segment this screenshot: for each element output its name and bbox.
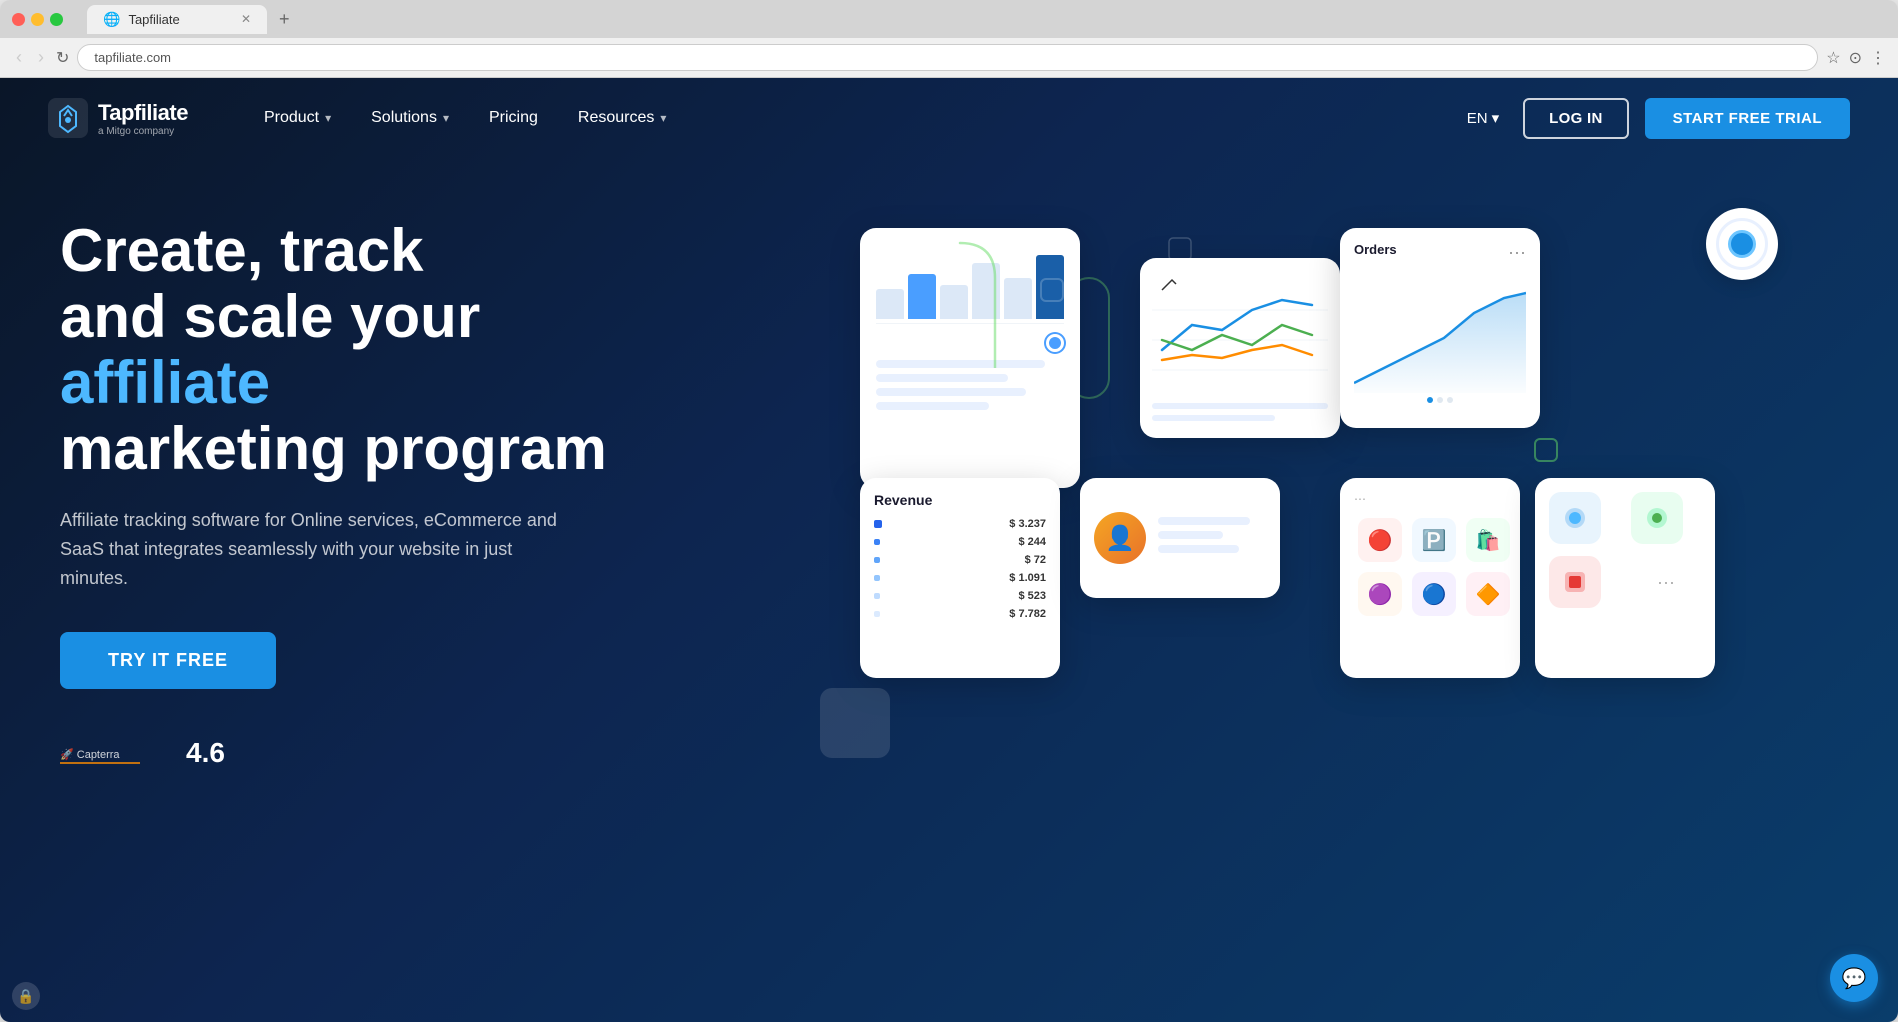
revenue-item-5: $ 523 [874, 590, 1046, 602]
tool-share-icon [1549, 492, 1601, 544]
hero-visual: Revenue $ 3.237 $ 244 $ 72 [660, 198, 1838, 878]
logo-icon [48, 98, 88, 138]
browser-titlebar: 🌐 Tapfiliate ✕ + [0, 0, 1898, 38]
logo-text: Tapfiliate a Mitgo company [98, 100, 188, 137]
close-window-button[interactable] [12, 13, 25, 26]
nav-pricing[interactable]: Pricing [473, 101, 554, 135]
integration-amazon-icon: 🔴 [1358, 518, 1402, 562]
integrations-card: ⋯ 🔴 🅿️ 🛍️ 🟣 🔵 🔶 [1340, 478, 1520, 678]
nav-solutions[interactable]: Solutions ▾ [355, 101, 465, 135]
integration-shopify-icon: 🛍️ [1466, 518, 1510, 562]
hero-title-highlight: affiliate [60, 349, 270, 416]
start-trial-button[interactable]: START FREE TRIAL [1645, 98, 1850, 139]
tab-bar: 🌐 Tapfiliate ✕ + [87, 5, 298, 34]
person-card: 👤 [1080, 478, 1280, 598]
hero-section: Create, track and scale your affiliate m… [0, 158, 1898, 878]
tools-icons: ··· [1549, 492, 1701, 608]
profile-button[interactable]: ⊙ [1849, 48, 1862, 68]
logo-sub: a Mitgo company [98, 126, 188, 137]
hero-subtitle: Affiliate tracking software for Online s… [60, 506, 580, 592]
solutions-chevron-icon: ▾ [443, 111, 449, 125]
back-button[interactable]: ‹ [12, 43, 26, 72]
logo-name: Tapfiliate [98, 100, 188, 126]
orders-title: Orders [1354, 242, 1397, 257]
language-selector[interactable]: EN ▾ [1459, 101, 1507, 135]
navbar: Tapfiliate a Mitgo company Product ▾ Sol… [0, 78, 1898, 158]
minimize-window-button[interactable] [31, 13, 44, 26]
nav-links: Product ▾ Solutions ▾ Pricing Resources … [248, 101, 1459, 135]
orders-chart [1354, 273, 1526, 393]
hero-content: Create, track and scale your affiliate m… [60, 198, 660, 878]
capterra-logo-icon: 🚀 Capterra [60, 738, 170, 768]
product-chevron-icon: ▾ [325, 111, 331, 125]
deco-square-1 [820, 688, 890, 758]
integration-magento-icon: 🔶 [1466, 572, 1510, 616]
integration-paypal-icon: 🅿️ [1412, 518, 1456, 562]
integration-woo-icon: 🟣 [1358, 572, 1402, 616]
tools-card: ··· [1535, 478, 1715, 678]
resources-chevron-icon: ▾ [660, 111, 666, 125]
arch-connector [955, 238, 1035, 368]
nav-right: EN ▾ LOG IN START FREE TRIAL [1459, 98, 1850, 139]
analytics-card [1140, 258, 1340, 438]
login-button[interactable]: LOG IN [1523, 98, 1628, 139]
url-text: tapfiliate.com [94, 50, 171, 65]
privacy-icon[interactable]: 🔒 [12, 982, 40, 1010]
deco-square-3 [1040, 278, 1064, 302]
tool-more-icon: ··· [1631, 556, 1701, 608]
chat-bubble-button[interactable]: 💬 [1830, 954, 1878, 1002]
analytics-chart [1152, 270, 1328, 390]
browser-toolbar: ‹ › ↻ tapfiliate.com ☆ ⊙ ⋮ [0, 38, 1898, 78]
nav-product[interactable]: Product ▾ [248, 101, 347, 135]
traffic-lights [12, 13, 63, 26]
orders-card: Orders ⋯ [1340, 228, 1540, 428]
fullscreen-window-button[interactable] [50, 13, 63, 26]
refresh-button[interactable]: ↻ [56, 48, 69, 68]
capterra-rating: 4.6 [186, 737, 225, 769]
page-content: Tapfiliate a Mitgo company Product ▾ Sol… [0, 78, 1898, 1022]
tool-refresh-icon [1631, 492, 1683, 544]
revenue-title: Revenue [874, 492, 1046, 508]
deco-square-2 [1534, 438, 1558, 462]
analytics-lines [1152, 403, 1328, 421]
svg-text:🚀 Capterra: 🚀 Capterra [60, 748, 120, 761]
revenue-item-2: $ 244 [874, 536, 1046, 548]
revenue-item-6: $ 7.782 [874, 608, 1046, 620]
hero-title: Create, track and scale your affiliate m… [60, 218, 660, 482]
active-tab[interactable]: 🌐 Tapfiliate ✕ [87, 5, 267, 34]
tab-favicon-icon: 🌐 [103, 11, 120, 28]
tab-title: Tapfiliate [128, 12, 179, 27]
tool-box-icon [1549, 556, 1601, 608]
revenue-card: Revenue $ 3.237 $ 244 $ 72 [860, 478, 1060, 678]
forward-button[interactable]: › [34, 43, 48, 72]
nav-resources[interactable]: Resources ▾ [562, 101, 683, 135]
try-free-button[interactable]: TRY IT FREE [60, 632, 276, 689]
address-bar[interactable]: tapfiliate.com [77, 44, 1818, 71]
lang-chevron-icon: ▾ [1492, 109, 1500, 127]
person-lines [1158, 517, 1266, 559]
new-tab-button[interactable]: + [271, 5, 298, 34]
logo[interactable]: Tapfiliate a Mitgo company [48, 98, 188, 138]
revenue-item-4: $ 1.091 [874, 572, 1046, 584]
revenue-item-1: $ 3.237 [874, 518, 1046, 530]
revenue-item-3: $ 72 [874, 554, 1046, 566]
capterra-badge: 🚀 Capterra 4.6 [60, 737, 660, 769]
menu-button[interactable]: ⋮ [1870, 48, 1886, 68]
tab-close-button[interactable]: ✕ [241, 12, 251, 26]
person-avatar: 👤 [1094, 512, 1146, 564]
integration-stripe-icon: 🔵 [1412, 572, 1456, 616]
bookmark-button[interactable]: ☆ [1826, 48, 1840, 68]
target-icon [1706, 208, 1778, 280]
integrations-grid: 🔴 🅿️ 🛍️ 🟣 🔵 🔶 [1354, 514, 1506, 620]
